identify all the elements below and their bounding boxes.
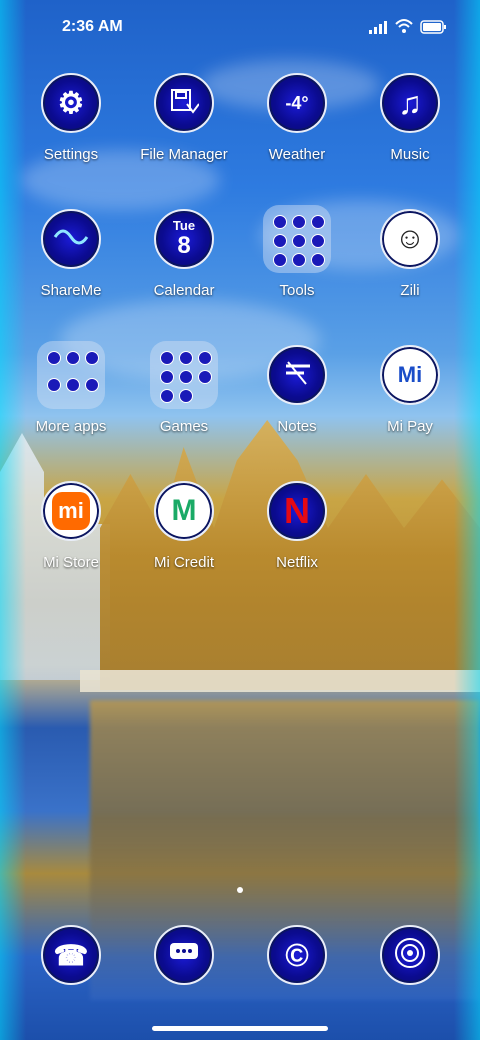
more-apps-folder[interactable] xyxy=(37,341,105,409)
zili-app-icon[interactable]: ☺ xyxy=(380,209,440,269)
games-folder[interactable] xyxy=(150,341,218,409)
app-label-file-manager: File Manager xyxy=(140,146,228,163)
notes-icon xyxy=(282,360,312,391)
app-label-more-apps: More apps xyxy=(35,418,107,435)
status-bar: 2:36 AM xyxy=(0,0,480,56)
wave-icon xyxy=(53,227,89,252)
signal-icon xyxy=(368,20,388,39)
wifi-icon xyxy=(394,18,414,39)
netflix-app-icon[interactable]: N xyxy=(267,481,327,541)
messages-icon xyxy=(168,940,200,971)
file-manager-app-icon[interactable] xyxy=(154,73,214,133)
status-time: 2:36 AM xyxy=(62,18,123,35)
page-indicator xyxy=(0,880,480,898)
notes-app-icon[interactable] xyxy=(267,345,327,405)
mi-store-icon: mi xyxy=(52,492,90,530)
dock-camera-icon[interactable] xyxy=(380,925,440,985)
calendar-date: 8 xyxy=(177,232,191,259)
app-label-mi-pay: Mi Pay xyxy=(387,418,433,435)
battery-icon xyxy=(420,20,448,39)
calendar-app-icon[interactable]: Tue 8 xyxy=(154,209,214,269)
app-label-games: Games xyxy=(159,418,209,435)
app-label-zili: Zili xyxy=(400,282,420,299)
mi-credit-icon: M xyxy=(171,494,197,527)
app-label-mi-store: Mi Store xyxy=(43,554,99,571)
camera-icon xyxy=(393,936,427,975)
app-label-calendar: Calendar xyxy=(153,282,215,299)
folder-save-icon xyxy=(169,86,200,121)
music-note-icon: ♫ xyxy=(398,84,422,121)
mi-credit-app-icon[interactable]: M xyxy=(154,481,214,541)
app-label-music: Music xyxy=(390,146,430,163)
gear-icon: ⚙ xyxy=(57,86,85,120)
browser-icon: © xyxy=(285,936,309,973)
tools-folder[interactable] xyxy=(263,205,331,273)
app-label-mi-credit: Mi Credit xyxy=(153,554,214,571)
dock-messages-icon[interactable] xyxy=(154,925,214,985)
app-label-settings: Settings xyxy=(43,146,99,163)
mi-store-icon-text: mi xyxy=(58,498,84,523)
wallpaper-railing xyxy=(80,670,480,692)
weather-icon: -4° xyxy=(285,92,309,113)
mi-pay-app-icon[interactable]: Mi xyxy=(380,345,440,405)
smiley-icon: ☺ xyxy=(394,222,426,255)
phone-icon: ☎ xyxy=(53,939,89,971)
home-indicator[interactable] xyxy=(152,1026,328,1031)
app-label-notes: Notes xyxy=(277,418,317,435)
netflix-icon: N xyxy=(284,490,310,531)
app-label-tools: Tools xyxy=(279,282,315,299)
calendar-day: Tue xyxy=(172,218,196,233)
app-label-netflix: Netflix xyxy=(276,554,318,571)
dock-browser-icon[interactable]: © xyxy=(267,925,327,985)
mi-store-app-icon[interactable]: mi xyxy=(41,481,101,541)
dock-phone-icon[interactable]: ☎ xyxy=(41,925,101,985)
shareme-app-icon[interactable] xyxy=(41,209,101,269)
settings-app-icon[interactable]: ⚙ xyxy=(41,73,101,133)
music-app-icon[interactable]: ♫ xyxy=(380,73,440,133)
app-label-weather: Weather xyxy=(268,146,326,163)
mi-pay-icon: Mi xyxy=(397,362,423,387)
weather-app-icon[interactable]: -4° xyxy=(267,73,327,133)
app-label-shareme: ShareMe xyxy=(40,282,102,299)
